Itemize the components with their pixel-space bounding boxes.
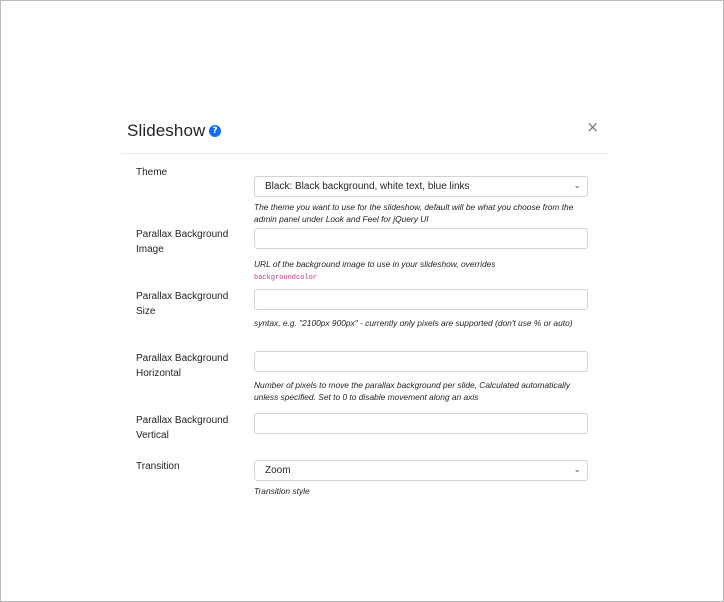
question-circle-icon[interactable]: ? (209, 125, 221, 137)
parallax-horizontal-help: Number of pixels to move the parallax ba… (254, 380, 571, 402)
backgroundcolor-code: backgroundcolor (254, 274, 318, 282)
parallax-image-help: URL of the background image to use in yo… (254, 258, 594, 284)
slideshow-modal: Slideshow ? × Theme Black: Black backgro… (121, 109, 609, 529)
parallax-size-input[interactable] (254, 289, 588, 310)
transition-select-value: Zoom (265, 465, 291, 476)
parallax-image-input[interactable] (254, 228, 588, 249)
theme-select[interactable]: Black: Black background, white text, blu… (254, 176, 588, 197)
theme-help: The theme you want to use for the slides… (254, 202, 574, 224)
close-icon[interactable]: × (586, 117, 599, 137)
parallax-image-label: Parallax Background Image (136, 229, 229, 255)
modal-title: Slideshow (127, 121, 206, 140)
parallax-horizontal-label: Parallax Background Horizontal (136, 353, 229, 379)
parallax-vertical-label: Parallax Background Vertical (136, 415, 229, 441)
parallax-vertical-input[interactable] (254, 413, 588, 434)
parallax-image-help-text: URL of the background image to use in yo… (254, 259, 496, 269)
parallax-horizontal-input[interactable] (254, 351, 588, 372)
theme-select-value: Black: Black background, white text, blu… (265, 181, 470, 192)
modal-header: Slideshow ? × (121, 109, 609, 154)
parallax-size-help: syntax, e.g. "2100px 900px" - currently … (254, 318, 573, 328)
theme-label: Theme (136, 167, 168, 178)
transition-label: Transition (136, 461, 180, 472)
window-frame: Slideshow ? × Theme Black: Black backgro… (0, 0, 724, 602)
chevron-down-icon: ⌄ (573, 465, 581, 475)
parallax-size-label: Parallax Background Size (136, 291, 229, 317)
transition-select[interactable]: Zoom ⌄ (254, 460, 588, 481)
transition-help: Transition style (254, 486, 310, 496)
chevron-down-icon: ⌄ (573, 181, 581, 191)
